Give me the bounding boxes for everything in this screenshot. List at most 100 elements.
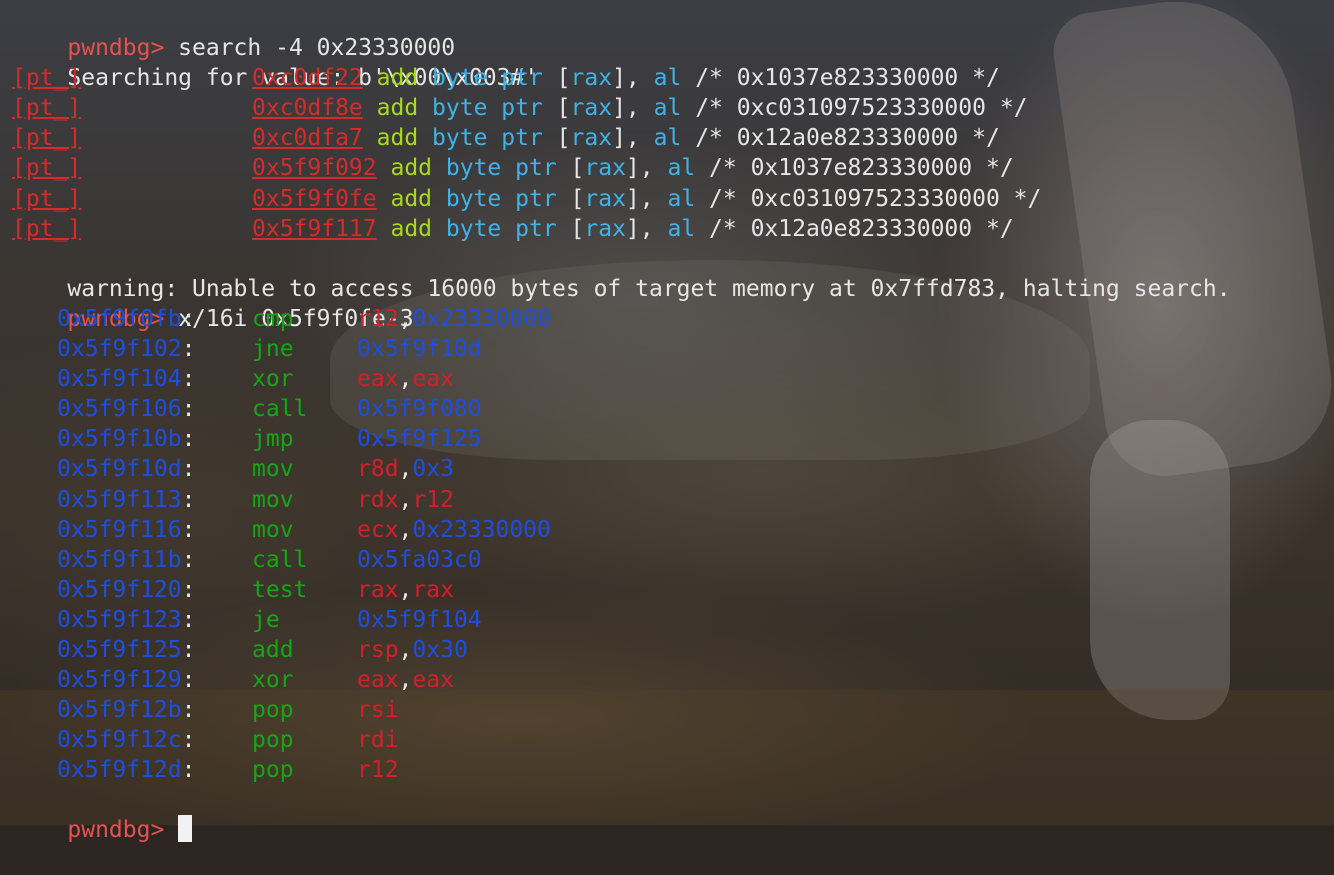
result-region-tag[interactable]: [pt_] — [12, 63, 239, 93]
result-comment: /* 0x12a0e823330000 */ — [695, 125, 1000, 152]
instruction-operand: ecx — [357, 516, 399, 543]
result-instruction: add — [376, 65, 419, 92]
instruction-mnemonic: add — [252, 636, 294, 663]
result-region-tag[interactable]: [pt_] — [12, 214, 239, 244]
instruction-operand: r12 — [357, 757, 399, 784]
instruction-mnemonic: mov — [252, 456, 294, 483]
result-comment: /* 0x1037e823330000 */ — [695, 65, 1000, 92]
result-register: al — [667, 185, 696, 212]
search-result-row: [pt_] 0x5f9f117 add byte ptr [rax], al /*… — [12, 214, 1334, 244]
disassembly-row: 0x5f9f12d: pop r12 — [12, 755, 1334, 785]
address-colon: : — [181, 667, 196, 694]
text-cursor[interactable] — [178, 815, 193, 843]
instruction-address: 0x5f9f120: — [57, 575, 252, 605]
terminal-output[interactable]: pwndbg> search -4 0x23330000 Searching f… — [12, 3, 1334, 843]
address-colon: : — [181, 366, 196, 393]
result-size-spec: byte ptr — [432, 65, 543, 92]
instruction-mnemonic: pop — [252, 757, 294, 784]
result-register: rax — [584, 155, 626, 182]
address-value: 0x5f9f12c — [57, 727, 182, 754]
instruction-operand: rsp — [357, 636, 399, 663]
instruction-operand: 0x5f9f125 — [357, 426, 482, 453]
address-value: 0x5f9f11b — [57, 546, 182, 573]
instruction-address: 0x5f9f113: — [57, 485, 252, 515]
result-address-link[interactable]: 0xc0df8e — [252, 95, 363, 121]
disassembly-row: 0x5f9f104: xor eax,eax — [12, 364, 1334, 394]
instruction-mnemonic: je — [252, 606, 280, 633]
disassembly-row: 0x5f9f113: mov rdx,r12 — [12, 485, 1334, 515]
instruction-address: 0x5f9f106: — [57, 394, 252, 424]
result-address-link[interactable]: 0xc0dfa7 — [252, 125, 363, 151]
instruction-operand: rax — [357, 576, 399, 603]
instruction-address: 0x5f9f123: — [57, 605, 252, 635]
disassembly-row: 0x5f9f11b: call 0x5fa03c0 — [12, 545, 1334, 575]
result-address-link[interactable]: 0xc0df22 — [252, 65, 363, 91]
operand-separator: , — [398, 456, 413, 483]
instruction-mnemonic: jne — [252, 336, 294, 363]
address-colon: : — [181, 516, 196, 543]
operand-separator: , — [398, 486, 413, 513]
operand-separator: , — [398, 516, 413, 543]
instruction-operand: r8d — [357, 456, 399, 483]
instruction-operand: 0x5fa03c0 — [357, 546, 482, 573]
disassembly-row: 0x5f9f102: jne 0x5f9f10d — [12, 334, 1334, 364]
bracket: ], — [612, 95, 654, 122]
address-colon: : — [181, 305, 196, 332]
address-colon: : — [181, 486, 196, 513]
result-address-link[interactable]: 0x5f9f092 — [252, 155, 377, 181]
operand-separator: , — [398, 667, 413, 694]
instruction-address: 0x5f9f104: — [57, 364, 252, 394]
instruction-operand: r12 — [412, 486, 454, 513]
result-region-tag[interactable]: [pt_] — [12, 123, 239, 153]
active-prompt-line[interactable]: pwndbg> — [12, 785, 1334, 843]
bracket: [ — [542, 65, 571, 92]
result-register: rax — [570, 65, 613, 92]
bracket: [ — [556, 155, 585, 182]
instruction-operand: 0x5f9f104 — [357, 606, 482, 633]
instruction-operand: r12 — [357, 305, 399, 332]
result-comment: /* 0x1037e823330000 */ — [709, 155, 1014, 182]
address-value: 0x5f9f12b — [57, 697, 182, 724]
result-register: rax — [584, 185, 626, 212]
instruction-address: 0x5f9f10d: — [57, 454, 252, 484]
instruction-address: 0x5f9f12b: — [57, 695, 252, 725]
address-value: 0x5f9f10b — [57, 426, 182, 453]
instruction-address: 0x5f9f11b: — [57, 545, 252, 575]
instruction-mnemonic: call — [252, 396, 308, 423]
bracket: [ — [556, 185, 585, 212]
result-address-link[interactable]: 0x5f9f0fe — [252, 186, 377, 212]
result-region-tag[interactable]: [pt_] — [12, 153, 239, 183]
result-address-link[interactable]: 0x5f9f117 — [252, 216, 377, 242]
bracket: ], — [625, 185, 668, 212]
instruction-operand: eax — [412, 667, 454, 694]
address-colon: : — [181, 757, 196, 784]
result-instruction: add — [390, 155, 433, 182]
result-region-tag[interactable]: [pt_] — [12, 184, 239, 214]
disassembly-listing: 0x5f9f0fb: cmp r12,0x23330000 0x5f9f102: jne… — [12, 304, 1334, 786]
result-size-spec: byte ptr — [445, 155, 557, 182]
address-value: 0x5f9f106 — [57, 396, 182, 423]
instruction-operand: 0x30 — [412, 636, 468, 663]
search-result-row: [pt_] 0xc0dfa7 add byte ptr [rax], al /* … — [12, 123, 1334, 153]
address-value: 0x5f9f10d — [57, 456, 182, 483]
result-region-tag[interactable]: [pt_] — [12, 93, 239, 123]
result-register: al — [653, 125, 682, 152]
result-size-spec: byte ptr — [432, 125, 543, 152]
warning-line: warning: Unable to access 16000 bytes of… — [12, 244, 1334, 302]
address-value: 0x5f9f120 — [57, 576, 182, 603]
instruction-operand: eax — [357, 366, 399, 393]
result-register: al — [667, 155, 696, 182]
address-colon: : — [181, 697, 196, 724]
bracket: ], — [625, 215, 668, 242]
instruction-address: 0x5f9f12c: — [57, 725, 252, 755]
